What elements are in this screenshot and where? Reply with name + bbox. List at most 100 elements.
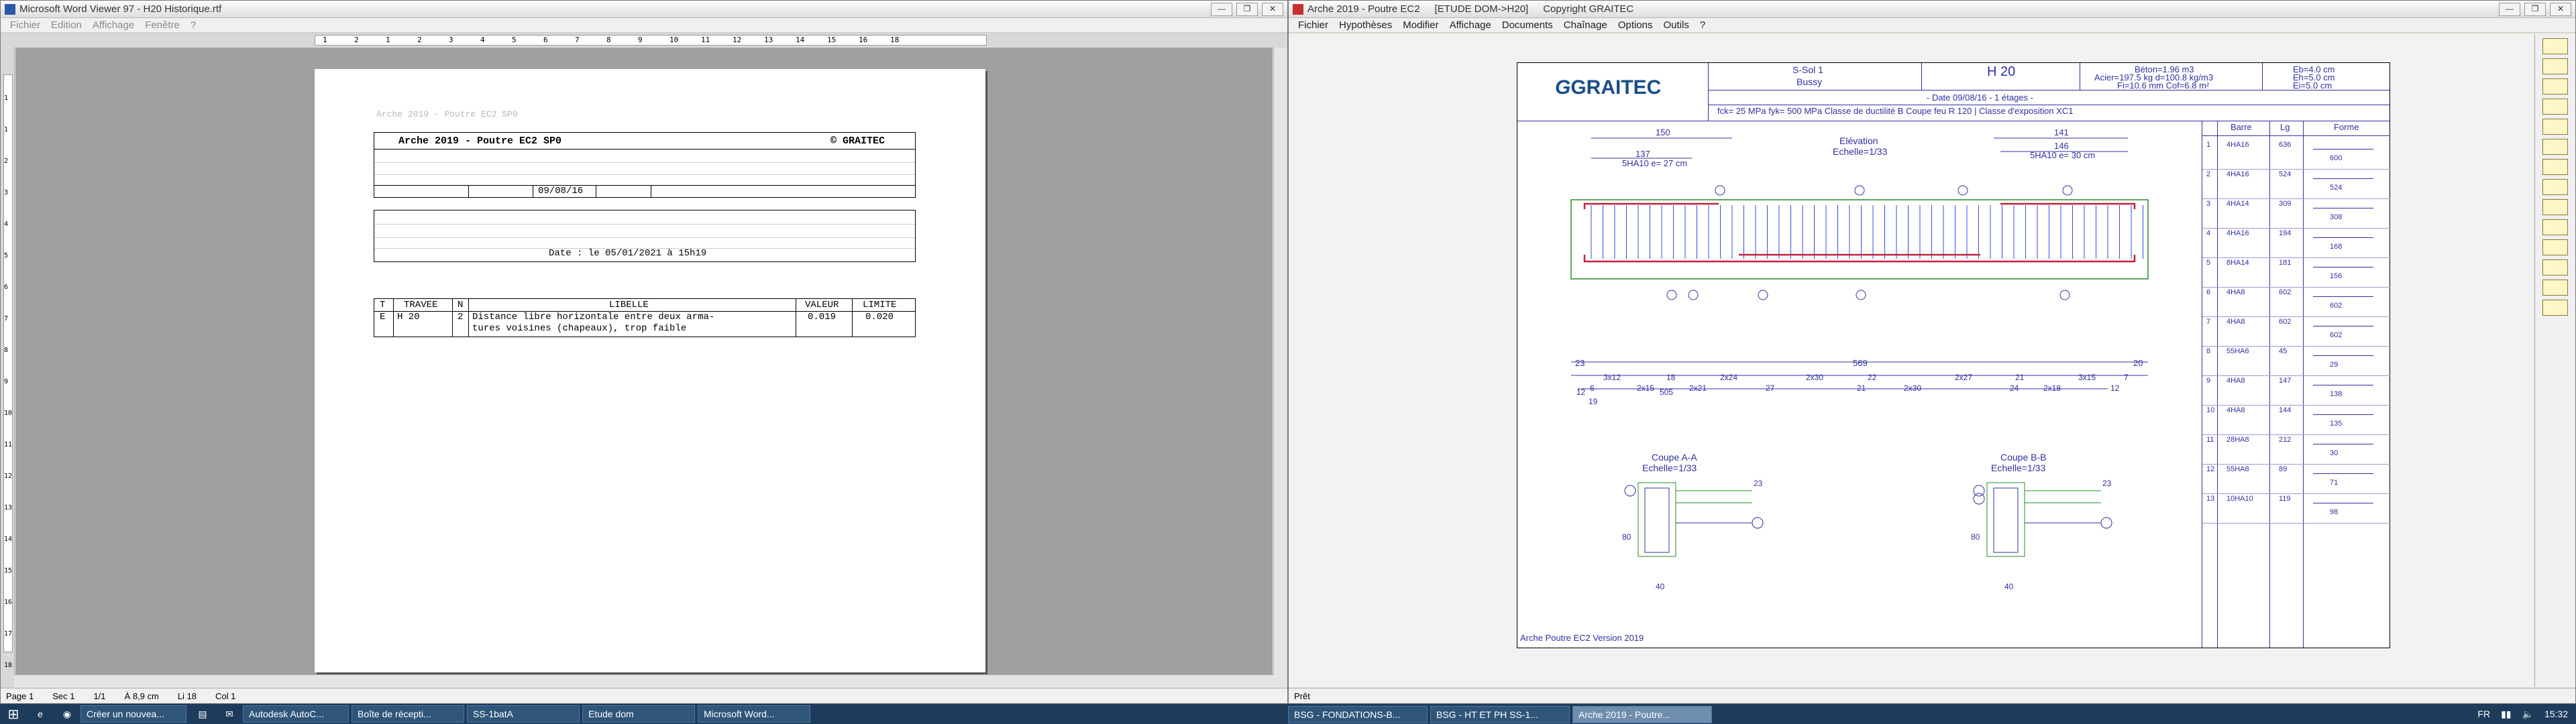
network-icon[interactable]: ▮▮ bbox=[2501, 709, 2511, 720]
close-button[interactable]: ✕ bbox=[2550, 2, 2571, 16]
toolbox-tool-icon[interactable] bbox=[2542, 38, 2568, 54]
menu-documents[interactable]: Documents bbox=[1497, 19, 1558, 31]
minimize-button[interactable]: — bbox=[2499, 2, 2520, 16]
menu-outils[interactable]: Outils bbox=[1658, 19, 1695, 31]
bar-barre: 4HA8 bbox=[2226, 288, 2245, 296]
toolbox-tool-icon[interactable] bbox=[2542, 159, 2568, 175]
bar-lg: 181 bbox=[2279, 259, 2292, 267]
arche-window: Arche 2019 - Poutre EC2 [ETUDE DOM->H20]… bbox=[1288, 0, 2576, 704]
toolbox-tool-icon[interactable] bbox=[2542, 119, 2568, 135]
toolbox-tool-icon[interactable] bbox=[2542, 300, 2568, 316]
bar-barre: 4HA16 bbox=[2226, 141, 2249, 149]
bar-forme: 30 bbox=[2330, 449, 2339, 457]
toolbox-tool-icon[interactable] bbox=[2542, 259, 2568, 276]
dim-569: 569 bbox=[1853, 358, 1868, 368]
start-button[interactable]: ⊞ bbox=[0, 705, 27, 723]
vruler-mark: 16 bbox=[4, 599, 13, 606]
word-window-title: Microsoft Word Viewer 97 - H20 Historiqu… bbox=[19, 3, 222, 15]
explorer-icon[interactable]: ▤ bbox=[189, 709, 216, 720]
toolbox-tool-icon[interactable] bbox=[2542, 78, 2568, 95]
toolbox-tool-icon[interactable] bbox=[2542, 219, 2568, 235]
outlook-icon[interactable]: ✉ bbox=[216, 709, 243, 720]
dim-c13: 505 bbox=[1660, 387, 1674, 397]
toolbox-tool-icon[interactable] bbox=[2542, 179, 2568, 195]
vruler-mark: 9 bbox=[4, 378, 9, 385]
taskbar-item-word[interactable]: Microsoft Word... bbox=[698, 705, 810, 723]
vruler-mark: 5 bbox=[4, 252, 9, 259]
document-area[interactable]: Arche 2019 - Poutre EC2 SP0 Arche 2019 -… bbox=[15, 48, 1273, 688]
bar-barre: 4HA8 bbox=[2226, 318, 2245, 326]
toolbox-tool-icon[interactable] bbox=[2542, 139, 2568, 155]
taskbar-item-etude-dom[interactable]: Etude dom bbox=[582, 705, 695, 723]
horizontal-scrollbar[interactable] bbox=[14, 674, 1274, 688]
toolbox-tool-icon[interactable] bbox=[2542, 280, 2568, 296]
taskbar-item-autocad[interactable]: Autodesk AutoC... bbox=[243, 705, 349, 723]
clock[interactable]: 15:32 bbox=[2544, 709, 2568, 719]
bar-lg: 212 bbox=[2279, 436, 2292, 444]
report-date: 09/08/16 bbox=[538, 186, 584, 196]
menu-affichage[interactable]: Affichage bbox=[87, 19, 140, 31]
vruler-mark: 17 bbox=[4, 630, 13, 638]
drawing-canvas[interactable]: GGRAITEC S-Sol 1 Bussy H 20 Béton=1.96 m… bbox=[1289, 34, 2534, 687]
taskbar-item-chrome[interactable]: Créer un nouvea... bbox=[80, 705, 186, 723]
menu-help[interactable]: ? bbox=[1695, 19, 1711, 31]
menu-modifier[interactable]: Modifier bbox=[1397, 19, 1444, 31]
toolbox-tool-icon[interactable] bbox=[2542, 99, 2568, 115]
ie-icon[interactable]: e bbox=[27, 709, 54, 719]
bar-row: 8 55HA6 45 29 bbox=[2202, 346, 2390, 376]
chrome-icon[interactable]: ◉ bbox=[54, 709, 80, 720]
toolbox-tool-icon[interactable] bbox=[2542, 58, 2568, 74]
menu-hypotheses[interactable]: Hypothèses bbox=[1334, 19, 1397, 31]
vertical-ruler: 1 1 2 3 4 5 6 7 8 9 10 11 12 13 14 15 16 17 18 bbox=[1, 48, 15, 688]
document-page: Arche 2019 - Poutre EC2 SP0 Arche 2019 -… bbox=[315, 69, 985, 672]
graitec-logo-icon: G bbox=[1555, 76, 1571, 99]
taskbar-item-bsg-ht[interactable]: BSG - HT ET PH SS-1... bbox=[1430, 706, 1570, 723]
bar-forme: 308 bbox=[2330, 213, 2343, 221]
vruler-mark: 3 bbox=[4, 189, 9, 196]
minimize-button[interactable]: — bbox=[1211, 2, 1232, 16]
menu-chainage[interactable]: Chaînage bbox=[1558, 19, 1613, 31]
dim-20: 20 bbox=[2133, 358, 2143, 368]
volume-icon[interactable]: 🔈 bbox=[2522, 709, 2534, 720]
menu-options[interactable]: Options bbox=[1613, 19, 1658, 31]
elevation-title: Elévation bbox=[1839, 135, 1878, 146]
restore-button[interactable]: ❐ bbox=[2524, 2, 2546, 16]
language-indicator[interactable]: FR bbox=[2477, 709, 2490, 719]
taskbar-item-bsg-fondations[interactable]: BSG - FONDATIONS-B... bbox=[1288, 706, 1428, 723]
bar-n: 9 bbox=[2206, 377, 2211, 385]
coupe-bb-height: 80 bbox=[1971, 532, 1980, 542]
menu-affichage[interactable]: Affichage bbox=[1444, 19, 1497, 31]
dim-c14: 2x21 bbox=[1689, 383, 1707, 393]
taskbar-item-ss1bata[interactable]: SS-1batA bbox=[467, 705, 580, 723]
cell-limite: 0.020 bbox=[865, 312, 894, 322]
bar-barre: 10HA10 bbox=[2226, 495, 2253, 503]
ruler-mark: 11 bbox=[701, 36, 710, 44]
close-button[interactable]: ✕ bbox=[1262, 2, 1283, 16]
restore-button[interactable]: ❐ bbox=[1236, 2, 1258, 16]
toolbox-tool-icon[interactable] bbox=[2542, 239, 2568, 255]
horizontal-ruler[interactable]: 1 2 1 2 3 4 5 6 7 8 9 10 11 12 13 14 15 16 18 bbox=[1, 33, 1287, 48]
menu-fichier[interactable]: Fichier bbox=[5, 19, 46, 31]
fi-cof: Fi=10.6 mm Cof=6.8 m² bbox=[2117, 80, 2210, 90]
coupe-aa-height: 80 bbox=[1622, 532, 1631, 542]
report-copyright: © GRAITEC bbox=[830, 135, 885, 147]
vertical-scrollbar[interactable] bbox=[1273, 48, 1287, 688]
toolbox-tool-icon[interactable] bbox=[2542, 199, 2568, 215]
bar-shape bbox=[2313, 178, 2373, 179]
col-valeur: VALEUR bbox=[805, 300, 839, 310]
word-titlebar: Microsoft Word Viewer 97 - H20 Historiqu… bbox=[1, 1, 1287, 18]
bar-barre: 28HA8 bbox=[2226, 436, 2249, 444]
bar-n: 4 bbox=[2206, 229, 2211, 237]
bar-forme: 71 bbox=[2330, 479, 2339, 487]
dim-5ha10-30: 5HA10 e= 30 cm bbox=[2030, 150, 2096, 160]
ruler-mark: 3 bbox=[449, 36, 453, 44]
vruler-mark: 15 bbox=[4, 567, 13, 575]
menu-help[interactable]: ? bbox=[185, 19, 201, 31]
menu-edition[interactable]: Edition bbox=[46, 19, 87, 31]
menu-fenetre[interactable]: Fenêtre bbox=[140, 19, 185, 31]
bar-shape bbox=[2313, 414, 2373, 415]
system-tray: FR ▮▮ 🔈 15:32 bbox=[2477, 709, 2576, 720]
taskbar-item-arche[interactable]: Arche 2019 - Poutre... bbox=[1572, 706, 1712, 723]
menu-fichier[interactable]: Fichier bbox=[1293, 19, 1334, 31]
taskbar-item-outlook[interactable]: Boîte de récepti... bbox=[352, 705, 464, 723]
